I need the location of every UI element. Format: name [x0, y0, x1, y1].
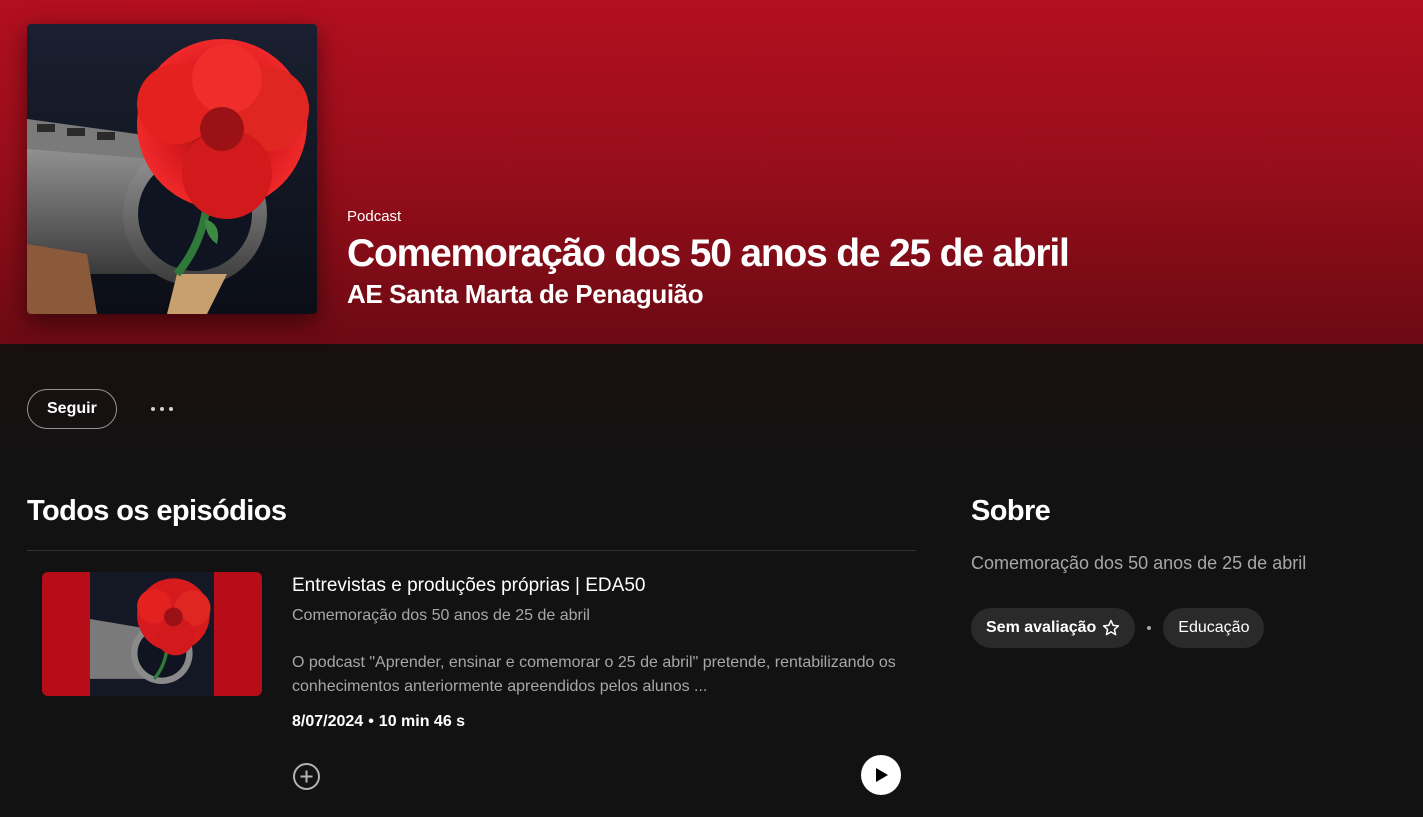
- episode-thumbnail[interactable]: [42, 572, 262, 696]
- star-icon: [1103, 619, 1120, 636]
- about-heading: Sobre: [971, 495, 1051, 527]
- header-text: Podcast Comemoração dos 50 anos de 25 de…: [347, 208, 1070, 309]
- publisher-link[interactable]: AE Santa Marta de Penaguião: [347, 279, 1069, 309]
- header-banner: Podcast Comemoração dos 50 anos de 25 de…: [0, 0, 1423, 344]
- rating-label: Sem avaliação: [986, 619, 1097, 636]
- cover-art: [27, 24, 317, 314]
- podcast-title: Comemoração dos 50 anos de 25 de abril: [347, 232, 1070, 275]
- episode-meta: 8/07/2024 • 10 min 46 s: [292, 713, 465, 731]
- action-bar: Seguir: [27, 389, 173, 429]
- more-dot: [168, 407, 173, 411]
- episodes-divider: [27, 550, 916, 551]
- carnation-rifle-icon: [27, 24, 317, 314]
- content-type-label: Podcast: [347, 208, 402, 225]
- about-tags: Sem avaliação Educação: [971, 608, 1265, 648]
- follow-button[interactable]: Seguir: [27, 389, 117, 429]
- about-description: Comemoração dos 50 anos de 25 de abril: [971, 553, 1307, 573]
- tag-separator: [1147, 626, 1152, 630]
- episode-description: O podcast "Aprender, ensinar e comemorar…: [292, 654, 896, 695]
- rating-button[interactable]: Sem avaliação: [971, 608, 1136, 648]
- play-button[interactable]: [861, 755, 901, 795]
- add-to-library-icon[interactable]: [292, 762, 321, 791]
- play-icon: [876, 768, 888, 782]
- carnation-rifle-icon: [90, 572, 214, 696]
- category-tag[interactable]: Educação: [1163, 608, 1265, 648]
- episode-duration: 10 min 46 s: [378, 713, 466, 730]
- episode-date: 8/07/2024: [292, 713, 364, 730]
- more-dot: [150, 407, 155, 411]
- podcast-page: Podcast Comemoração dos 50 anos de 25 de…: [0, 0, 1423, 817]
- more-dot: [159, 407, 164, 411]
- episode-show-name[interactable]: Comemoração dos 50 anos de 25 de abril: [292, 607, 590, 625]
- episode-title[interactable]: Entrevistas e produções próprias | EDA50: [292, 575, 645, 597]
- episodes-heading: Todos os episódios: [27, 495, 287, 527]
- more-options-icon[interactable]: [150, 389, 173, 429]
- meta-separator: •: [368, 713, 374, 730]
